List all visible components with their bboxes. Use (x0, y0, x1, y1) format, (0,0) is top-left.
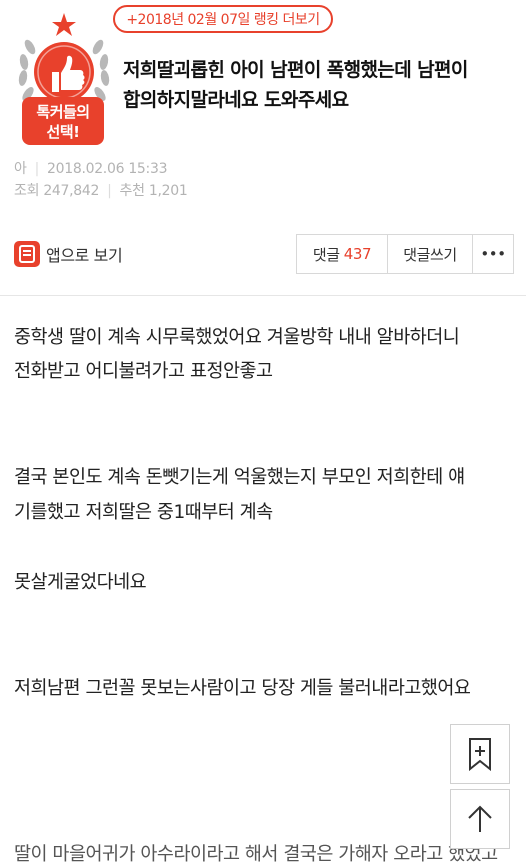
bookmark-button[interactable] (450, 724, 510, 784)
comments-button[interactable]: 댓글 437 (297, 235, 388, 273)
body-paragraph: 결국 본인도 계속 돈뺏기는게 억울했는지 부모인 저희한테 얘 (14, 467, 465, 488)
post-meta-author-date: 아 | 2018.02.06 15:33 (14, 158, 167, 178)
comments-label: 댓글 (312, 245, 340, 264)
badge-line2: 선택! (46, 123, 80, 141)
post-meta-stats: 조회 247,842 | 추천 1,201 (14, 180, 188, 200)
body-paragraph: 저희남편 그런꼴 못보는사람이고 당장 게들 불러내라고했어요 (14, 678, 471, 699)
body-paragraph: 전화받고 어디불려가고 표정안좋고 (14, 361, 273, 382)
body-paragraph: 기를했고 저희딸은 중1때부터 계속 (14, 502, 273, 523)
bookmark-add-icon (469, 738, 491, 771)
open-in-app-link[interactable]: 앱으로 보기 (14, 239, 123, 269)
meta-separator: | (107, 183, 112, 199)
post-action-group: 댓글 437 댓글쓰기 ••• (296, 234, 514, 274)
recommend-count: 1,201 (148, 183, 188, 199)
badge-line1: 톡커들의 (36, 103, 90, 121)
body-paragraph: 중학생 딸이 계속 시무룩했었어요 겨울방학 내내 알바하더니 (14, 327, 460, 348)
header-divider (0, 295, 526, 296)
pann-app-icon (14, 241, 40, 267)
arrow-up-icon (468, 805, 492, 832)
talkers-choice-badge: 톡커들의 선택! (12, 12, 112, 147)
open-in-app-label: 앱으로 보기 (46, 246, 123, 265)
ranking-more-link[interactable]: +2018년 02월 07일 랭킹 더보기 (113, 5, 333, 33)
post-date: 2018.02.06 15:33 (47, 161, 168, 177)
post-title-line2: 합의하지말라네요 도와주세요 (123, 89, 349, 111)
body-paragraph: 못살게굴었다네요 (14, 572, 147, 593)
body-paragraph: 딸이 마을어귀가 아수라이라고 해서 결국은 가해자 오라고 했었고 (14, 844, 498, 865)
author-name: 아 (14, 161, 27, 177)
views-count: 247,842 (43, 183, 100, 199)
post-title-line1: 저희딸괴롭힌 아이 남편이 폭행했는데 남편이 (123, 59, 468, 81)
post-title: 저희딸괴롭힌 아이 남편이 폭행했는데 남편이 합의하지말라네요 도와주세요 (123, 55, 518, 115)
scroll-to-top-button[interactable] (450, 789, 510, 849)
meta-separator: | (34, 161, 40, 177)
write-comment-button[interactable]: 댓글쓰기 (388, 235, 473, 273)
views-label: 조회 (14, 183, 40, 199)
recommend-label: 추천 (119, 183, 145, 199)
comments-count: 437 (343, 245, 372, 263)
more-options-icon[interactable]: ••• (473, 235, 513, 273)
